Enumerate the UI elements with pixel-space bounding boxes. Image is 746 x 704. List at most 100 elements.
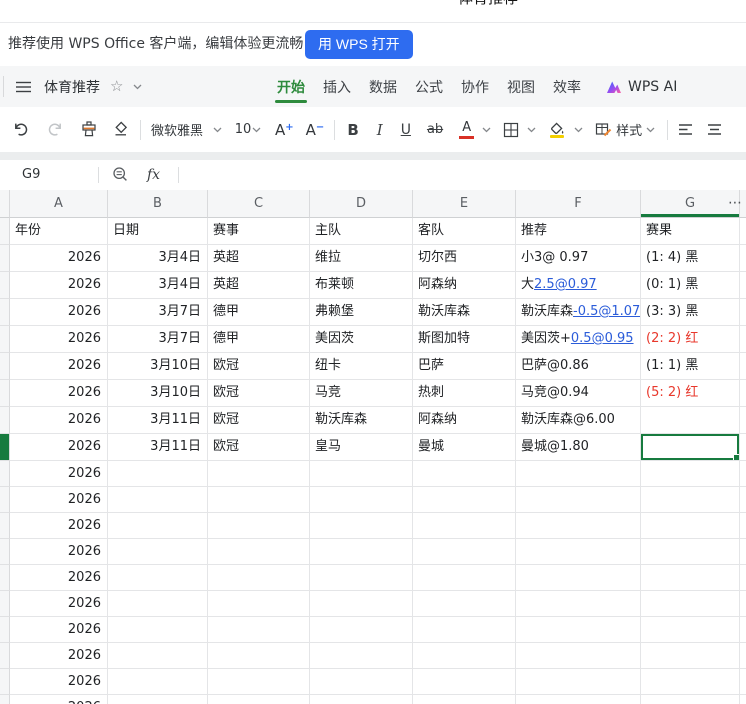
- zoom-formula-icon[interactable]: [112, 166, 129, 183]
- row-header-stub[interactable]: [0, 407, 10, 434]
- cell[interactable]: [413, 513, 516, 539]
- cell[interactable]: [641, 461, 740, 487]
- bold-button[interactable]: B: [347, 121, 358, 139]
- cell[interactable]: [108, 539, 208, 565]
- column-header-B[interactable]: B: [108, 190, 208, 218]
- tab-formula[interactable]: 公式: [415, 66, 443, 107]
- cell[interactable]: [310, 669, 413, 695]
- cell[interactable]: 斯图加特: [413, 326, 516, 353]
- selected-cell[interactable]: [641, 434, 740, 461]
- cell[interactable]: 2026: [10, 353, 108, 380]
- cell[interactable]: [310, 617, 413, 643]
- cell[interactable]: [208, 565, 310, 591]
- cell[interactable]: (2: 2) 红: [641, 326, 740, 353]
- cell[interactable]: [516, 643, 641, 669]
- cell[interactable]: [516, 461, 641, 487]
- cell[interactable]: [108, 643, 208, 669]
- underline-button[interactable]: U: [401, 122, 411, 138]
- cell[interactable]: 曼城@1.80: [516, 434, 641, 461]
- more-columns-button[interactable]: ⋯: [728, 190, 742, 216]
- tab-view[interactable]: 视图: [507, 66, 535, 107]
- cell[interactable]: 2026: [10, 643, 108, 669]
- cell[interactable]: (1: 1) 黑: [641, 353, 740, 380]
- cell[interactable]: [413, 565, 516, 591]
- cell[interactable]: 德甲: [208, 326, 310, 353]
- cell[interactable]: [208, 513, 310, 539]
- cell[interactable]: [108, 565, 208, 591]
- cell[interactable]: [641, 695, 740, 704]
- tab-data[interactable]: 数据: [369, 66, 397, 107]
- tab-home[interactable]: 开始: [275, 66, 307, 107]
- cell[interactable]: [108, 461, 208, 487]
- chevron-down-icon[interactable]: [133, 84, 142, 90]
- name-box[interactable]: G9: [22, 160, 40, 190]
- cell[interactable]: [641, 407, 740, 434]
- cell[interactable]: 2026: [10, 513, 108, 539]
- hamburger-menu-icon[interactable]: [16, 81, 31, 93]
- row-header-stub[interactable]: [0, 487, 10, 513]
- cell[interactable]: [310, 695, 413, 704]
- cell[interactable]: [310, 565, 413, 591]
- cell[interactable]: 大2.5@0.97: [516, 272, 641, 299]
- font-size-decrease-button[interactable]: A −: [306, 121, 325, 139]
- cell[interactable]: 3月4日: [108, 245, 208, 272]
- cell[interactable]: [413, 539, 516, 565]
- borders-button[interactable]: [503, 122, 519, 138]
- cell[interactable]: 勒沃库森: [413, 299, 516, 326]
- cell[interactable]: [641, 669, 740, 695]
- cell[interactable]: 马竞: [310, 380, 413, 407]
- cell[interactable]: [108, 487, 208, 513]
- cell[interactable]: 纽卡: [310, 353, 413, 380]
- cell[interactable]: 巴萨: [413, 353, 516, 380]
- cell[interactable]: [413, 461, 516, 487]
- column-header-E[interactable]: E: [413, 190, 516, 218]
- cell[interactable]: [413, 617, 516, 643]
- format-painter-icon[interactable]: [80, 121, 98, 138]
- cell[interactable]: [310, 643, 413, 669]
- cell[interactable]: [413, 487, 516, 513]
- cell[interactable]: 2026: [10, 461, 108, 487]
- cell[interactable]: 3月4日: [108, 272, 208, 299]
- cell[interactable]: 欧冠: [208, 434, 310, 461]
- cell[interactable]: 2026: [10, 326, 108, 353]
- cell[interactable]: [641, 643, 740, 669]
- select-all-corner[interactable]: [0, 190, 10, 218]
- cell[interactable]: [641, 513, 740, 539]
- cell[interactable]: 赛果: [641, 218, 740, 245]
- cell[interactable]: [310, 591, 413, 617]
- row-header-stub[interactable]: [0, 513, 10, 539]
- cell[interactable]: 小3@ 0.97: [516, 245, 641, 272]
- cell[interactable]: 2026: [10, 565, 108, 591]
- cell[interactable]: (1: 4) 黑: [641, 245, 740, 272]
- cell[interactable]: [516, 539, 641, 565]
- cell[interactable]: 阿森纳: [413, 272, 516, 299]
- align-left-button[interactable]: [678, 123, 693, 136]
- row-header-stub[interactable]: [0, 353, 10, 380]
- fill-color-button[interactable]: [548, 121, 566, 139]
- cell[interactable]: 皇马: [310, 434, 413, 461]
- tab-efficiency[interactable]: 效率: [553, 66, 581, 107]
- cell[interactable]: [641, 565, 740, 591]
- cell[interactable]: 欧冠: [208, 353, 310, 380]
- cell[interactable]: 2026: [10, 591, 108, 617]
- row-header-stub[interactable]: [0, 272, 10, 299]
- cell[interactable]: 推荐: [516, 218, 641, 245]
- star-icon[interactable]: ☆: [110, 79, 123, 94]
- font-color-button[interactable]: A: [459, 121, 475, 139]
- cell[interactable]: 2026: [10, 434, 108, 461]
- cell[interactable]: [208, 487, 310, 513]
- italic-button[interactable]: I: [377, 121, 383, 139]
- cell[interactable]: 客队: [413, 218, 516, 245]
- row-header-stub[interactable]: [0, 643, 10, 669]
- cell[interactable]: [413, 591, 516, 617]
- cell[interactable]: 2026: [10, 669, 108, 695]
- cell[interactable]: [641, 487, 740, 513]
- cell[interactable]: [310, 513, 413, 539]
- open-in-wps-button[interactable]: 用 WPS 打开: [305, 30, 413, 59]
- row-header-stub[interactable]: [0, 461, 10, 487]
- column-header-F[interactable]: F: [516, 190, 641, 218]
- cell[interactable]: [310, 539, 413, 565]
- row-header-stub[interactable]: [0, 591, 10, 617]
- row-header-stub[interactable]: [0, 669, 10, 695]
- cell[interactable]: (3: 3) 黑: [641, 299, 740, 326]
